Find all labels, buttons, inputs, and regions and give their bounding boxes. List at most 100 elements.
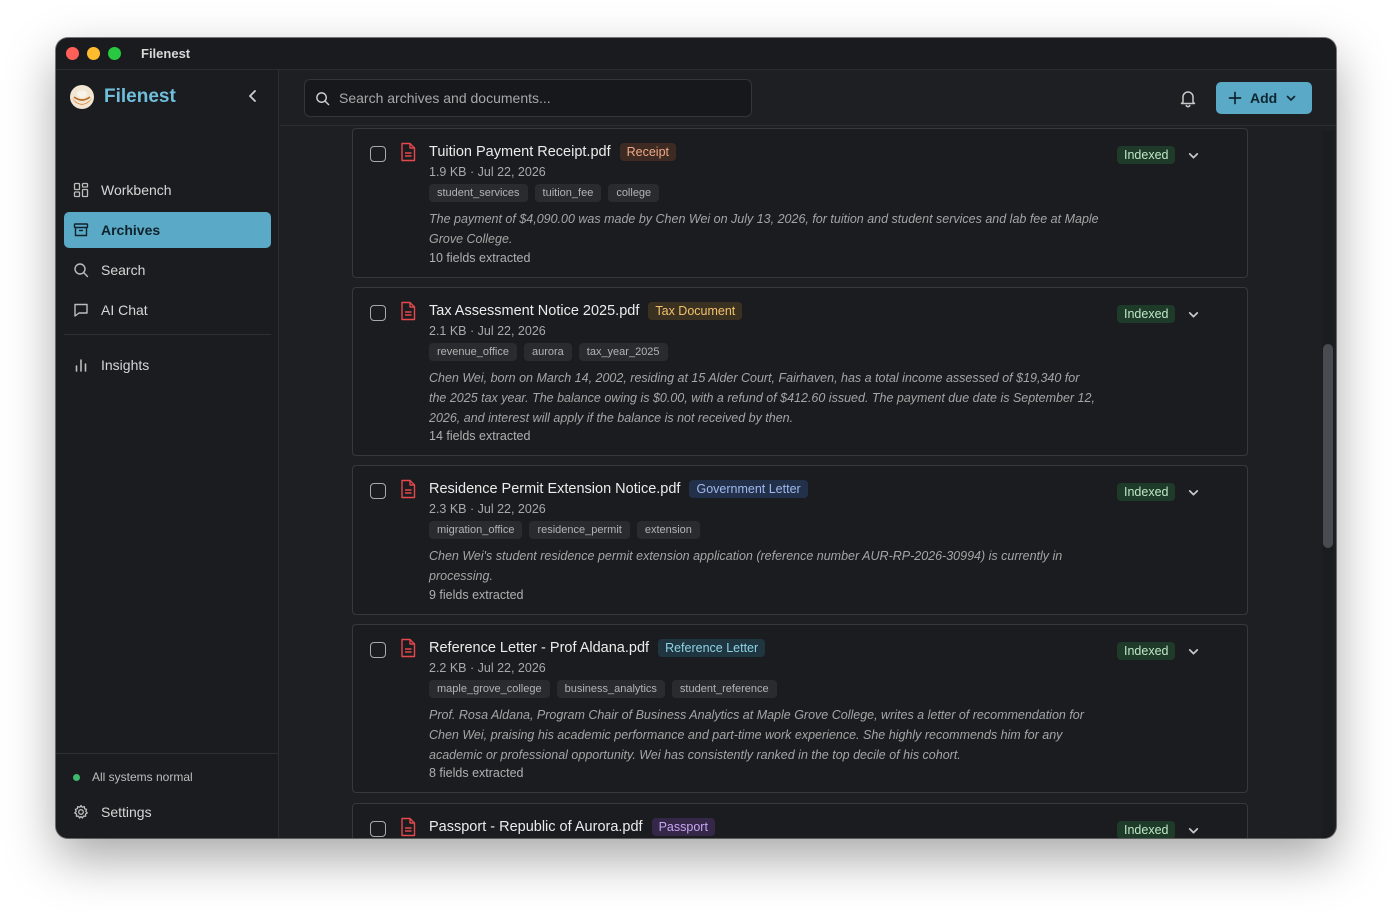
document-name: Residence Permit Extension Notice.pdf [429, 481, 681, 497]
document-name: Tax Assessment Notice 2025.pdf [429, 303, 640, 319]
document-meta: 2.3 KB · Jul 22, 2026 [429, 502, 546, 516]
app-window: Filenest Filenest Workbench Archives Sea… [56, 38, 1336, 838]
sidebar-item-label: AI Chat [101, 302, 148, 318]
select-checkbox[interactable] [370, 146, 386, 162]
tag[interactable]: student_services [429, 184, 528, 202]
document-summary: Prof. Rosa Aldana, Program Chair of Busi… [429, 708, 1084, 762]
document-title[interactable]: Tuition Payment Receipt.pdf Receipt [429, 143, 677, 161]
search-icon [74, 263, 89, 278]
sidebar-item-search[interactable]: Search [64, 252, 271, 288]
tag[interactable]: revenue_office [429, 343, 517, 361]
select-checkbox[interactable] [370, 305, 386, 321]
search-input[interactable] [339, 90, 739, 106]
document-summary: The payment of $4,090.00 was made by Che… [429, 212, 1099, 246]
tag[interactable]: migration_office [429, 521, 523, 539]
maximize-window-button[interactable] [108, 47, 121, 60]
close-window-button[interactable] [66, 47, 79, 60]
plus-icon [1228, 91, 1242, 105]
scrollbar-thumb[interactable] [1323, 344, 1333, 548]
document-meta: 1.9 KB · Jul 22, 2026 [429, 165, 546, 179]
bar-chart-icon [75, 359, 87, 372]
fields-extracted: 10 fields extracted [429, 251, 531, 265]
sidebar-item-settings[interactable]: Settings [64, 794, 271, 830]
minimize-window-button[interactable] [87, 47, 100, 60]
select-checkbox[interactable] [370, 642, 386, 658]
tag[interactable]: student_reference [671, 680, 777, 698]
chevron-down-icon[interactable] [1187, 486, 1200, 499]
bell-icon[interactable] [1178, 88, 1198, 108]
tag-list: maple_grove_college business_analytics s… [429, 680, 777, 698]
pdf-file-icon [401, 301, 416, 321]
add-button[interactable]: Add [1216, 82, 1312, 114]
sidebar-item-insights[interactable]: Insights [64, 347, 271, 383]
sidebar-item-archives[interactable]: Archives [64, 212, 271, 248]
document-type-badge: Government Letter [689, 480, 808, 498]
document-name: Reference Letter - Prof Aldana.pdf [429, 640, 650, 656]
select-checkbox[interactable] [370, 821, 386, 837]
status-badge: Indexed [1117, 642, 1176, 660]
tag[interactable]: tuition_fee [534, 184, 602, 202]
window-controls [66, 47, 121, 60]
sidebar-footer: All systems normal Settings [56, 753, 279, 838]
chevron-down-icon[interactable] [1187, 824, 1200, 837]
document-type-badge: Passport [651, 818, 715, 836]
sidebar-item-workbench[interactable]: Workbench [64, 172, 271, 208]
gear-icon [74, 804, 88, 819]
fields-extracted: 9 fields extracted [429, 588, 524, 602]
sidebar-divider [64, 334, 271, 335]
document-meta: 2.1 KB · Jul 22, 2026 [429, 324, 546, 338]
search-box[interactable] [304, 79, 752, 117]
select-checkbox[interactable] [370, 483, 386, 499]
tag[interactable]: residence_permit [529, 521, 630, 539]
sidebar-nav-secondary: Insights [64, 347, 271, 387]
document-summary: Chen Wei, born on March 14, 2002, residi… [429, 371, 1095, 425]
pdf-file-icon [401, 142, 416, 162]
brand[interactable]: Filenest [69, 84, 176, 110]
title-bar: Filenest [56, 38, 1336, 70]
chevron-down-icon[interactable] [1187, 308, 1200, 321]
document-card: Passport - Republic of Aurora.pdf Passpo… [352, 803, 1248, 838]
document-card: Tax Assessment Notice 2025.pdf Tax Docum… [352, 287, 1248, 456]
chevron-down-icon[interactable] [1187, 149, 1200, 162]
nest-logo-icon [70, 85, 94, 109]
document-name: Tuition Payment Receipt.pdf [429, 144, 611, 160]
document-title[interactable]: Reference Letter - Prof Aldana.pdf Refer… [429, 639, 766, 657]
status-badge: Indexed [1117, 483, 1176, 501]
document-type-badge: Receipt [619, 143, 677, 161]
tag[interactable]: extension [636, 521, 700, 539]
pdf-file-icon [401, 479, 416, 499]
archive-icon [73, 223, 89, 237]
add-button-label: Add [1250, 90, 1278, 106]
document-card: Tuition Payment Receipt.pdf Receipt 1.9 … [352, 128, 1248, 278]
document-title[interactable]: Passport - Republic of Aurora.pdf Passpo… [429, 818, 715, 836]
top-bar: Add [280, 70, 1336, 126]
grid-icon [73, 182, 89, 198]
chevron-down-icon [1286, 95, 1296, 101]
tag[interactable]: business_analytics [556, 680, 665, 698]
document-title[interactable]: Residence Permit Extension Notice.pdf Go… [429, 480, 808, 498]
document-type-badge: Tax Document [648, 302, 743, 320]
search-icon [316, 91, 330, 105]
document-summary: Chen Wei's student residence permit exte… [429, 549, 1063, 583]
tag[interactable]: maple_grove_college [429, 680, 550, 698]
sidebar-item-label: Archives [101, 222, 161, 238]
status-dot-icon [73, 773, 80, 781]
tag-list: revenue_office aurora tax_year_2025 [429, 343, 668, 361]
document-card: Reference Letter - Prof Aldana.pdf Refer… [352, 624, 1248, 793]
collapse-sidebar-icon[interactable] [245, 88, 261, 104]
tag[interactable]: aurora [523, 343, 572, 361]
tag[interactable]: tax_year_2025 [578, 343, 668, 361]
sidebar-item-label: Insights [101, 357, 150, 373]
status-badge: Indexed [1117, 821, 1176, 838]
document-title[interactable]: Tax Assessment Notice 2025.pdf Tax Docum… [429, 302, 743, 320]
document-type-badge: Reference Letter [658, 639, 766, 657]
sidebar: Filenest Workbench Archives Search AI Ch… [56, 70, 279, 838]
tag[interactable]: college [608, 184, 660, 202]
chevron-down-icon[interactable] [1187, 645, 1200, 658]
sidebar-item-label: Settings [101, 804, 152, 820]
sidebar-item-ai-chat[interactable]: AI Chat [64, 292, 271, 328]
tag-list: student_services tuition_fee college [429, 184, 660, 202]
sidebar-item-label: Search [101, 262, 146, 278]
fields-extracted: 14 fields extracted [429, 429, 531, 443]
document-card: Residence Permit Extension Notice.pdf Go… [352, 465, 1248, 615]
